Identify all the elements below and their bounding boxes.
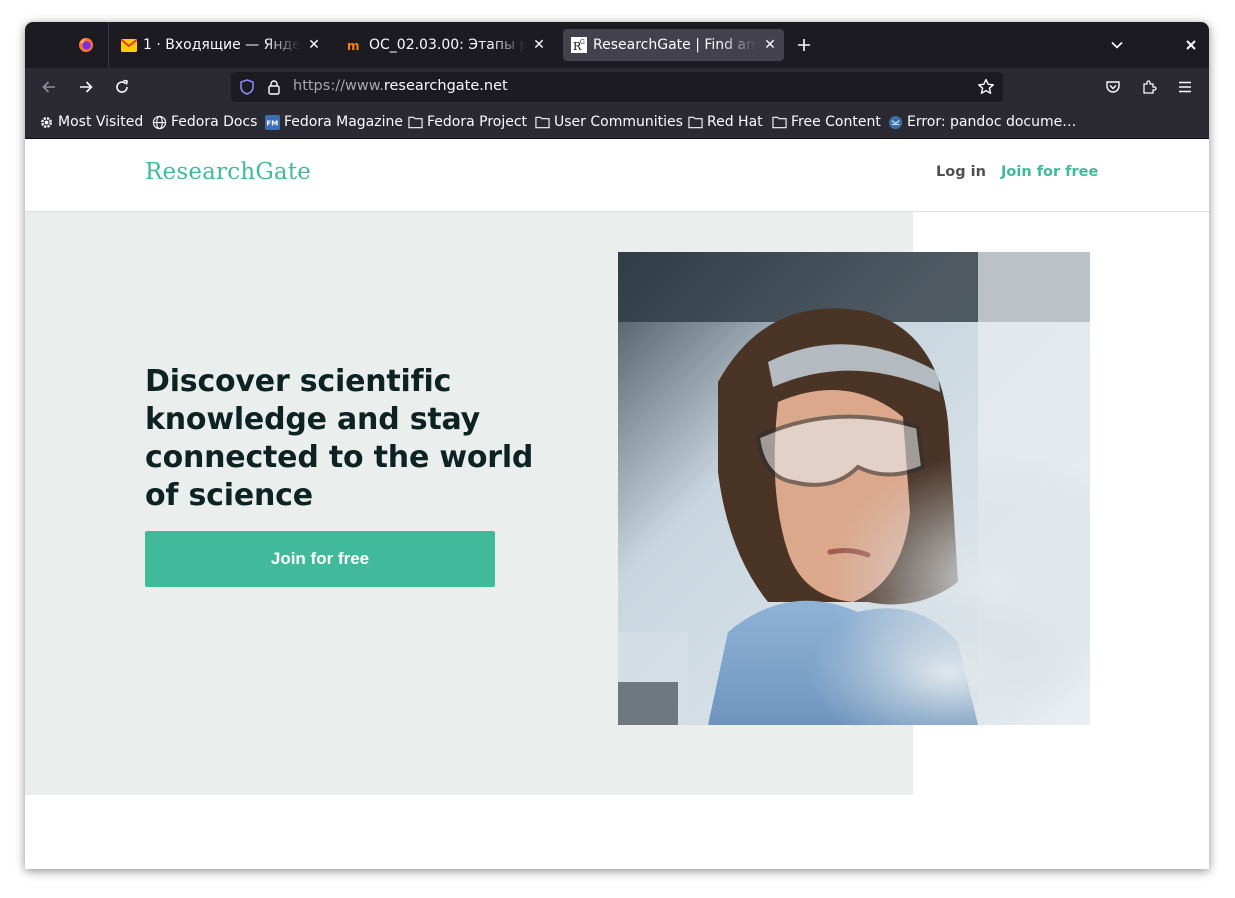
svg-text:G: G bbox=[580, 39, 585, 46]
lock-icon[interactable] bbox=[266, 79, 282, 99]
folder-icon bbox=[534, 114, 550, 130]
globe-icon bbox=[151, 114, 167, 130]
bookmark-label: Red Hat bbox=[707, 114, 763, 130]
back-button[interactable] bbox=[39, 77, 59, 97]
pocket-icon bbox=[1106, 81, 1120, 93]
bookmarks-toolbar: Most Visited Fedora Docs FM Fedora Magaz… bbox=[25, 106, 1209, 139]
tab-separator bbox=[108, 22, 109, 68]
svg-text:m: m bbox=[347, 39, 360, 51]
yandex-mail-icon bbox=[121, 37, 137, 53]
bookmark-label: Fedora Magazine bbox=[284, 114, 403, 130]
window-close-button[interactable] bbox=[1181, 35, 1201, 55]
login-link[interactable]: Log in bbox=[936, 164, 986, 180]
folder-icon bbox=[407, 114, 423, 130]
tab-bar: 1 · Входящие — Яндекс Почта ✕ m ОС_02.03… bbox=[25, 22, 1209, 68]
address-bar[interactable]: https://www.researchgate.net bbox=[231, 72, 1003, 102]
puzzle-icon bbox=[1143, 80, 1157, 94]
page-content: ResearchGate Log in Join for free Discov… bbox=[25, 139, 1209, 869]
app-menu-button[interactable] bbox=[1175, 77, 1195, 97]
join-for-free-button[interactable]: Join for free bbox=[145, 531, 495, 587]
gear-icon bbox=[38, 114, 54, 130]
hero-scientist-image bbox=[618, 252, 1090, 725]
list-all-tabs-button[interactable] bbox=[1107, 35, 1127, 55]
bookmark-fedora-magazine[interactable]: FM Fedora Magazine bbox=[264, 113, 403, 131]
chevron-down-icon bbox=[1111, 41, 1123, 49]
bookmark-label: Most Visited bbox=[58, 114, 144, 130]
url-host: researchgate.net bbox=[383, 78, 508, 94]
bookmark-label: Fedora Docs bbox=[171, 114, 258, 130]
bookmark-red-hat[interactable]: Red Hat bbox=[687, 113, 763, 131]
bookmark-star-icon[interactable] bbox=[977, 78, 995, 100]
folder-icon bbox=[771, 114, 787, 130]
bookmark-label: User Communities bbox=[554, 114, 683, 130]
pocket-button[interactable] bbox=[1103, 77, 1123, 97]
tab-title: ResearchGate | Find and share research bbox=[593, 37, 756, 53]
reload-icon bbox=[116, 79, 128, 93]
close-icon[interactable]: ✕ bbox=[760, 35, 780, 55]
bookmark-label: Free Content bbox=[791, 114, 881, 130]
forward-button[interactable] bbox=[76, 77, 96, 97]
navigation-toolbar: https://www.researchgate.net bbox=[25, 68, 1209, 106]
browser-window: 1 · Входящие — Яндекс Почта ✕ m ОС_02.03… bbox=[25, 22, 1209, 869]
shield-icon[interactable] bbox=[239, 79, 255, 99]
bookmark-most-visited[interactable]: Most Visited bbox=[38, 113, 143, 131]
arrow-left-icon bbox=[42, 81, 55, 93]
url-text[interactable]: https://www.researchgate.net bbox=[293, 78, 508, 94]
arrow-right-icon bbox=[80, 81, 93, 93]
bookmark-error-pandoc[interactable]: Error: pandoc docume… bbox=[887, 113, 1076, 131]
bookmark-label: Error: pandoc docume… bbox=[907, 114, 1077, 130]
bookmark-fedora-docs[interactable]: Fedora Docs bbox=[151, 113, 257, 131]
new-tab-button[interactable] bbox=[793, 34, 815, 56]
url-prefix: https://www. bbox=[293, 78, 384, 94]
hamburger-menu-icon bbox=[1179, 81, 1191, 93]
tab-researchgate[interactable]: RG ResearchGate | Find and share researc… bbox=[563, 29, 784, 61]
bookmark-free-content[interactable]: Free Content bbox=[771, 113, 881, 131]
close-icon bbox=[1186, 40, 1196, 50]
bookmark-user-communities[interactable]: User Communities bbox=[534, 113, 683, 131]
bookmark-label: Fedora Project bbox=[427, 114, 528, 130]
tab-title: ОС_02.03.00: Этапы реализации bbox=[369, 37, 525, 53]
tab-os-course[interactable]: m ОС_02.03.00: Этапы реализации ✕ bbox=[339, 29, 553, 61]
reload-button[interactable] bbox=[112, 77, 132, 97]
bookmark-fedora-project[interactable]: Fedora Project bbox=[407, 113, 527, 131]
researchgate-logo[interactable]: ResearchGate bbox=[145, 159, 311, 185]
moodle-icon: m bbox=[347, 37, 363, 53]
join-for-free-link[interactable]: Join for free bbox=[1001, 164, 1098, 180]
firefox-view-button[interactable] bbox=[71, 31, 101, 59]
hero-headline: Discover scientific knowledge and stay c… bbox=[145, 364, 534, 513]
tab-yandex-mail[interactable]: 1 · Входящие — Яндекс Почта ✕ bbox=[113, 29, 328, 61]
researchgate-favicon-icon: RG bbox=[571, 37, 587, 53]
site-icon bbox=[887, 114, 903, 130]
site-header: ResearchGate Log in Join for free bbox=[25, 139, 1209, 212]
scientist-photo-illustration bbox=[618, 252, 1090, 725]
close-icon[interactable]: ✕ bbox=[529, 35, 549, 55]
tab-title: 1 · Входящие — Яндекс Почта bbox=[143, 37, 300, 53]
plus-icon bbox=[798, 39, 810, 51]
fm-icon: FM bbox=[264, 114, 280, 130]
folder-icon bbox=[687, 114, 703, 130]
firefox-icon bbox=[79, 38, 93, 52]
extensions-button[interactable] bbox=[1139, 77, 1159, 97]
svg-text:FM: FM bbox=[266, 118, 278, 127]
close-icon[interactable]: ✕ bbox=[304, 35, 324, 55]
